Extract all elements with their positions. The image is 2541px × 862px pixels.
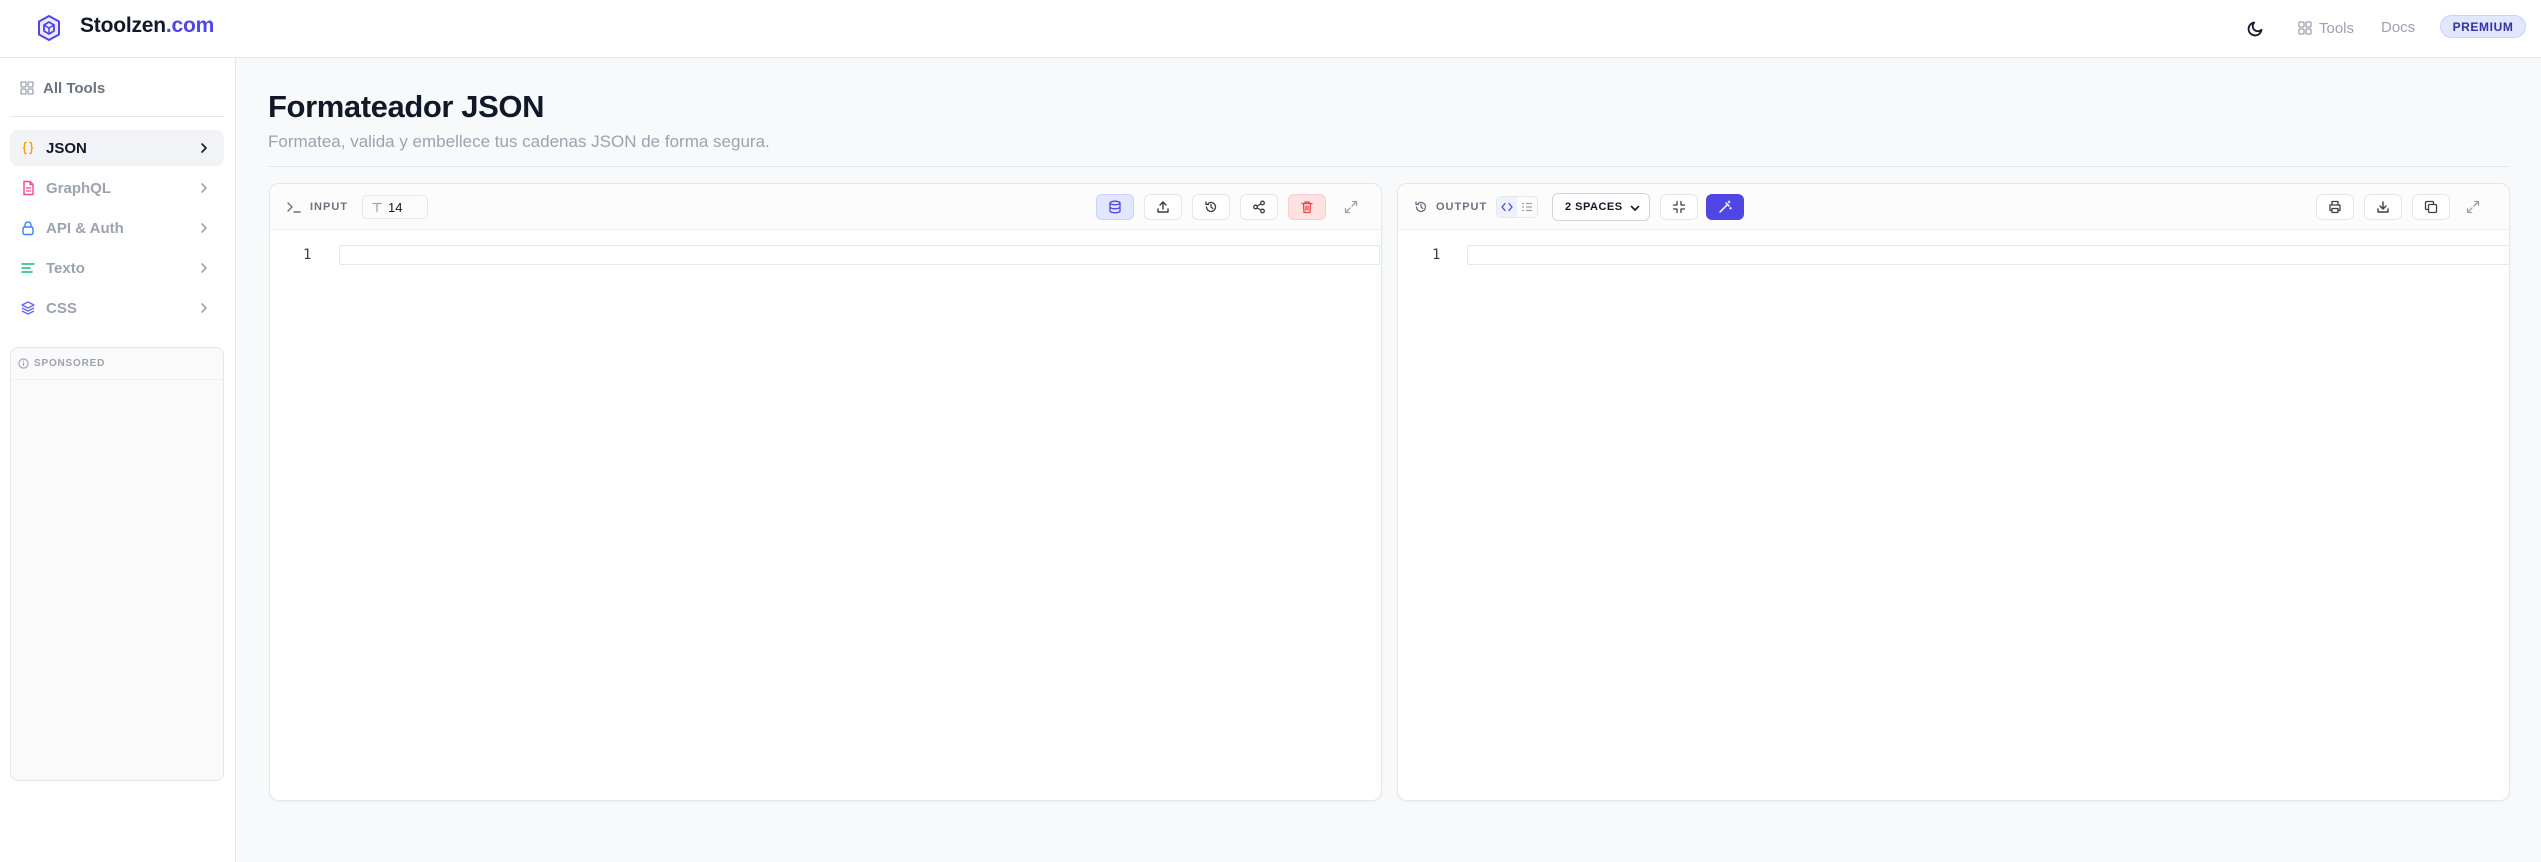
print-button[interactable]	[2316, 194, 2354, 220]
sidebar-all-tools-label: All Tools	[43, 79, 106, 97]
download-button[interactable]	[2364, 194, 2402, 220]
minify-button[interactable]	[1660, 194, 1698, 220]
magic-wand-icon	[1719, 200, 1732, 213]
sidebar-item-css[interactable]: CSS	[10, 290, 224, 326]
share-button[interactable]	[1240, 194, 1278, 220]
terminal-icon	[287, 202, 301, 213]
text-lines-icon	[20, 260, 36, 276]
nav-docs-link[interactable]: Docs	[2381, 17, 2415, 39]
code-icon	[1501, 202, 1513, 212]
expand-icon	[1344, 200, 1358, 214]
tree-view-button[interactable]	[1517, 197, 1537, 217]
sidebar-item-json[interactable]: JSON	[10, 130, 224, 166]
print-icon	[2329, 200, 2341, 214]
output-code-line[interactable]	[1467, 245, 2510, 265]
lock-icon	[20, 220, 36, 236]
top-navigation-bar: Stoolzen.com Tools Docs PREMIUM	[0, 0, 2541, 58]
sidebar-item-label: GraphQL	[46, 179, 112, 197]
sidebar-all-tools[interactable]: All Tools	[20, 78, 105, 98]
nav-tools-link[interactable]: Tools	[2298, 17, 2354, 39]
input-code-line[interactable]	[339, 245, 1380, 265]
sidebar-item-label: CSS	[46, 299, 77, 317]
grid-icon	[2298, 21, 2312, 35]
layers-icon	[20, 300, 36, 316]
input-toolbar: INPUT 14	[270, 184, 1381, 230]
brand-name-text: Stoolzen	[80, 14, 166, 37]
sidebar-item-label: Texto	[46, 259, 85, 277]
sidebar: All Tools JSON GraphQL API & Auth Texto	[0, 58, 236, 862]
page-subtitle: Formatea, valida y embellece tus cadenas…	[268, 132, 770, 151]
code-view-button[interactable]	[1497, 197, 1517, 217]
input-label: INPUT	[310, 201, 348, 213]
chevron-right-icon	[201, 263, 207, 273]
premium-badge[interactable]: PREMIUM	[2440, 15, 2526, 38]
copy-button[interactable]	[2412, 194, 2450, 220]
collapse-icon	[1672, 200, 1686, 214]
file-icon	[20, 180, 36, 196]
output-label: OUTPUT	[1436, 201, 1488, 213]
history-icon	[1205, 201, 1217, 213]
database-icon	[1109, 200, 1121, 214]
dark-mode-toggle[interactable]	[2242, 14, 2270, 42]
sidebar-item-api-auth[interactable]: API & Auth	[10, 210, 224, 246]
sponsored-header: SPONSORED	[11, 348, 223, 380]
indent-select[interactable]: 2 SPACES	[1552, 193, 1650, 221]
output-label-group: OUTPUT	[1414, 198, 1487, 216]
sample-data-button[interactable]	[1096, 194, 1134, 220]
sidebar-item-label: JSON	[46, 139, 87, 157]
brand-tld: .com	[165, 14, 215, 37]
sidebar-divider	[10, 116, 224, 117]
font-size-input[interactable]: 14	[362, 195, 428, 219]
chevron-right-icon	[201, 303, 207, 313]
output-panel: OUTPUT 2 SPACES 1	[1397, 183, 2510, 801]
share-icon	[1253, 200, 1265, 214]
input-editor[interactable]: 1	[270, 231, 1381, 801]
indent-select-value: 2 SPACES	[1565, 201, 1623, 213]
upload-icon	[1157, 201, 1169, 213]
line-number: 1	[303, 247, 312, 263]
download-icon	[2377, 201, 2389, 213]
info-icon	[18, 358, 29, 369]
history-button[interactable]	[1192, 194, 1230, 220]
chevron-right-icon	[201, 223, 207, 233]
history-icon	[1415, 201, 1427, 213]
expand-output-button[interactable]	[2460, 194, 2486, 220]
view-mode-toggle[interactable]	[1496, 196, 1538, 218]
nav-tools-label: Tools	[2319, 19, 2355, 37]
output-editor[interactable]: 1	[1398, 231, 2510, 801]
copy-icon	[2424, 200, 2438, 214]
moon-icon	[2247, 21, 2263, 37]
input-panel: INPUT 14 1	[269, 183, 1382, 801]
expand-icon	[2466, 200, 2480, 214]
clear-button[interactable]	[1288, 194, 1326, 220]
chevron-down-icon	[1630, 205, 1640, 211]
trash-icon	[1301, 201, 1313, 214]
sponsored-ad-box[interactable]: SPONSORED	[10, 347, 224, 781]
upload-button[interactable]	[1144, 194, 1182, 220]
sidebar-item-texto[interactable]: Texto	[10, 250, 224, 286]
line-number: 1	[1432, 247, 1441, 263]
list-tree-icon	[1522, 202, 1532, 212]
input-label-group: INPUT	[286, 198, 348, 216]
braces-icon	[20, 140, 36, 156]
sponsored-label: SPONSORED	[34, 358, 106, 369]
expand-input-button[interactable]	[1338, 194, 1364, 220]
title-divider	[268, 166, 2509, 167]
grid-icon	[20, 81, 34, 95]
text-size-icon	[372, 202, 382, 213]
output-toolbar: OUTPUT 2 SPACES	[1398, 184, 2509, 230]
font-size-value: 14	[388, 199, 403, 215]
chevron-right-icon	[201, 143, 207, 153]
sidebar-item-graphql[interactable]: GraphQL	[10, 170, 224, 206]
format-button[interactable]	[1706, 194, 1744, 220]
cube-logo-icon[interactable]	[34, 13, 64, 43]
page-title: Formateador JSON	[268, 89, 545, 124]
sidebar-item-label: API & Auth	[46, 219, 124, 237]
chevron-right-icon	[201, 183, 207, 193]
brand-name[interactable]: Stoolzen.com	[80, 14, 214, 38]
